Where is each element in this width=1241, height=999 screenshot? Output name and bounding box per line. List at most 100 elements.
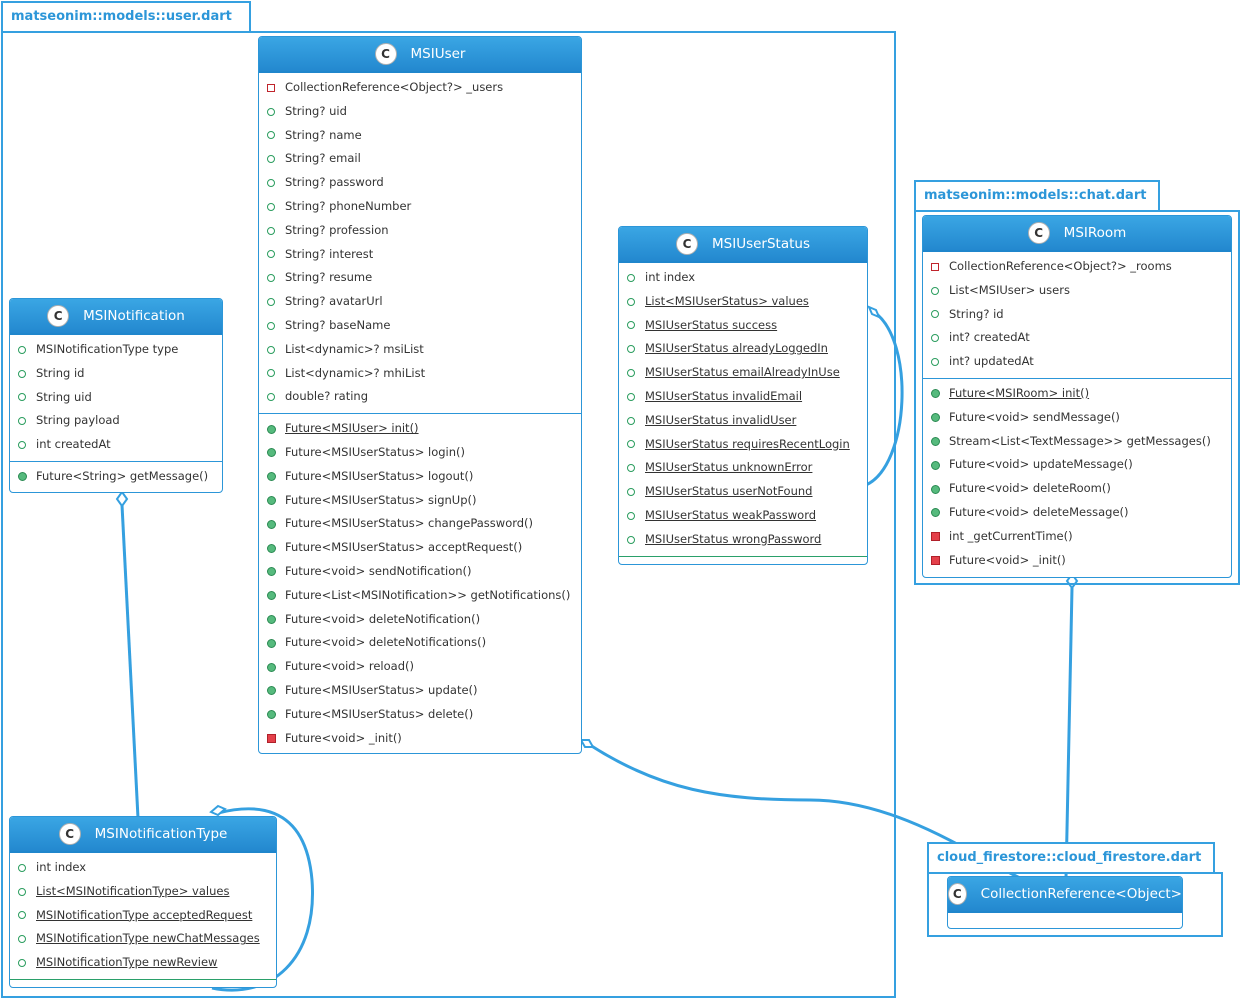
field-row: List<MSIUserStatus> values — [619, 290, 867, 314]
class-header-msinotificationtype[interactable]: C MSINotificationType — [10, 817, 276, 853]
public-field-icon — [619, 273, 643, 282]
method-label: Future<MSIUserStatus> logout() — [285, 468, 474, 483]
field-row: String? baseName — [259, 314, 581, 338]
method-row: Future<MSIUserStatus> signUp() — [259, 489, 581, 513]
private-field-icon — [923, 262, 947, 271]
field-label: int index — [36, 860, 87, 874]
field-row: String? interest — [259, 243, 581, 267]
class-name: MSIUserStatus — [712, 236, 810, 252]
class-stereotype-icon: C — [676, 233, 698, 255]
public-field-icon — [619, 416, 643, 425]
public-method-icon — [259, 567, 283, 577]
class-header-msiroom[interactable]: C MSIRoom — [923, 216, 1231, 252]
field-label: String? avatarUrl — [285, 294, 383, 309]
method-label: Future<void> deleteNotification() — [285, 611, 481, 626]
public-method-icon — [259, 710, 283, 720]
public-field-icon — [259, 345, 283, 354]
public-field-icon — [10, 345, 34, 354]
field-row: String id — [10, 362, 222, 386]
public-field-icon — [259, 107, 283, 116]
method-label: Future<void> updateMessage() — [949, 457, 1133, 472]
package-user-title: matseonim::models::user.dart — [1, 1, 251, 31]
public-field-icon — [259, 393, 283, 402]
class-msiuserstatus[interactable]: C MSIUserStatus int index List<MSIUserStatu… — [618, 226, 868, 565]
public-method-icon — [259, 591, 283, 601]
fields-section: CollectionReference<Object?> _users Strin… — [259, 73, 581, 415]
class-msinotificationtype[interactable]: C MSINotificationType int index List<MSINot… — [9, 816, 277, 988]
method-row: Future<MSIRoom> init() — [923, 382, 1231, 406]
class-name: MSINotificationType — [94, 826, 228, 842]
method-row: Future<MSIUserStatus> update() — [259, 679, 581, 703]
class-name: CollectionReference<Object> — [980, 886, 1182, 902]
class-header-collectionreference[interactable]: C CollectionReference<Object> — [948, 877, 1182, 913]
field-row: List<MSIUser> users — [923, 279, 1231, 303]
method-row: Future<void> _init() — [259, 727, 581, 751]
field-row: int? createdAt — [923, 326, 1231, 350]
public-field-icon — [619, 488, 643, 497]
field-row: MSIUserStatus unknownError — [619, 456, 867, 480]
public-field-icon — [619, 535, 643, 544]
method-row: Future<MSIUserStatus> login() — [259, 441, 581, 465]
field-row: CollectionReference<Object?> _users — [259, 76, 581, 100]
method-label: Future<MSIUserStatus> update() — [285, 682, 478, 697]
method-label: Future<MSIRoom> init() — [949, 385, 1090, 400]
public-method-icon — [259, 519, 283, 529]
field-label: MSIUserStatus userNotFound — [645, 484, 813, 499]
field-row: CollectionReference<Object?> _rooms — [923, 255, 1231, 279]
public-field-icon — [923, 334, 947, 343]
methods-section — [10, 980, 276, 987]
public-field-icon — [619, 440, 643, 449]
method-label: Future<void> deleteMessage() — [949, 504, 1129, 519]
field-label: String? id — [949, 306, 1004, 321]
field-label: MSINotificationType newChatMessages — [36, 931, 260, 946]
field-label: MSIUserStatus invalidEmail — [645, 388, 803, 403]
field-label: String? interest — [285, 246, 374, 261]
field-row: String? email — [259, 147, 581, 171]
class-msinotification[interactable]: C MSINotification MSINotificationType type… — [9, 298, 223, 493]
field-row: MSIUserStatus alreadyLoggedIn — [619, 337, 867, 361]
public-field-icon — [10, 935, 34, 944]
field-label: String? email — [285, 151, 361, 166]
method-row: Stream<List<TextMessage>> getMessages() — [923, 430, 1231, 454]
public-field-icon — [619, 392, 643, 401]
methods-section: Future<String> getMessage() — [10, 462, 222, 492]
class-header-msiuserstatus[interactable]: C MSIUserStatus — [619, 227, 867, 263]
method-label: Future<String> getMessage() — [36, 468, 209, 483]
method-row: Future<void> deleteRoom() — [923, 477, 1231, 501]
field-label: int createdAt — [36, 437, 111, 452]
method-label: Future<MSIUserStatus> signUp() — [285, 492, 477, 507]
method-label: Future<void> deleteNotifications() — [285, 635, 487, 650]
public-method-icon — [10, 472, 34, 482]
public-field-icon — [10, 441, 34, 450]
method-label: Future<MSIUserStatus> delete() — [285, 706, 474, 721]
class-header-msiuser[interactable]: C MSIUser — [259, 37, 581, 73]
field-label: String id — [36, 365, 85, 380]
field-label: CollectionReference<Object?> _users — [285, 80, 504, 94]
fields-section — [948, 913, 1182, 928]
field-label: List<MSIUser> users — [949, 282, 1070, 297]
field-label: List<dynamic>? mhiList — [285, 365, 426, 380]
field-row: String payload — [10, 409, 222, 433]
class-msiroom[interactable]: C MSIRoom CollectionReference<Object?> _ro… — [922, 215, 1232, 578]
method-row: int _getCurrentTime() — [923, 525, 1231, 549]
field-label: List<dynamic>? msiList — [285, 341, 424, 356]
class-collectionreference[interactable]: C CollectionReference<Object> — [947, 876, 1183, 929]
field-row: String? phoneNumber — [259, 195, 581, 219]
private-method-icon — [259, 733, 283, 743]
field-label: List<MSIUserStatus> values — [645, 293, 809, 308]
class-stereotype-icon: C — [58, 823, 81, 845]
field-row: List<dynamic>? msiList — [259, 338, 581, 362]
field-label: MSIUserStatus requiresRecentLogin — [645, 436, 850, 451]
field-row: MSIUserStatus weakPassword — [619, 504, 867, 528]
field-row: MSINotificationType newChatMessages — [10, 927, 276, 951]
field-label: MSINotificationType newReview — [36, 955, 218, 970]
field-label: MSIUserStatus unknownError — [645, 460, 813, 475]
field-row: double? rating — [259, 385, 581, 409]
class-header-msinotification[interactable]: C MSINotification — [10, 299, 222, 335]
method-label: Future<MSIUser> init() — [285, 421, 419, 436]
field-label: MSIUserStatus wrongPassword — [645, 531, 822, 546]
field-row: List<dynamic>? mhiList — [259, 362, 581, 386]
class-msiuser[interactable]: C MSIUser CollectionReference<Object?> _us… — [258, 36, 582, 754]
field-label: String? baseName — [285, 317, 391, 332]
package-firestore-title: cloud_firestore::cloud_firestore.dart — [927, 842, 1215, 872]
